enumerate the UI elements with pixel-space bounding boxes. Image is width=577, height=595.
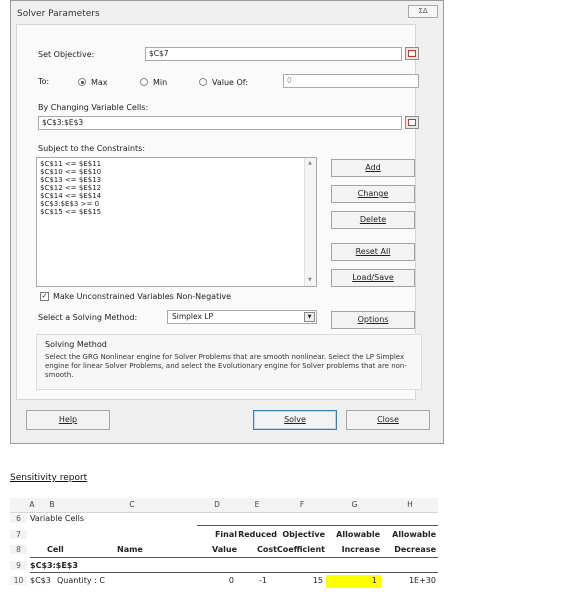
- load-save-button-label: Load/Save: [352, 273, 394, 282]
- column-header[interactable]: H: [382, 498, 438, 512]
- header-allowable-dec: Allowable: [392, 530, 436, 539]
- column-header[interactable]: D: [197, 498, 237, 512]
- solving-method-value: Simplex LP: [172, 312, 214, 321]
- solving-method-title: Solving Method: [45, 340, 107, 349]
- solving-method-select[interactable]: Simplex LP ▼: [167, 310, 317, 324]
- header-rule: [30, 557, 438, 558]
- load-save-button[interactable]: Load/Save: [331, 269, 415, 287]
- max-radio[interactable]: [78, 78, 86, 86]
- row-allowable-increase: 1: [371, 576, 377, 585]
- constraint-item[interactable]: $C$13 <= $E$13: [40, 176, 101, 184]
- nonnegative-label: Make Unconstrained Variables Non-Negativ…: [53, 292, 232, 301]
- constraints-scrollbar[interactable]: ▲ ▼: [304, 158, 316, 286]
- min-radio[interactable]: [140, 78, 148, 86]
- dialog-title: Solver Parameters: [17, 9, 100, 19]
- close-icon[interactable]: ΣΔ: [408, 5, 438, 18]
- header-final: Final: [214, 530, 237, 539]
- row-number[interactable]: 6: [10, 514, 27, 523]
- scroll-down-icon[interactable]: ▼: [308, 277, 312, 283]
- group-rule: [30, 572, 438, 573]
- add-button-label: Add: [365, 163, 381, 172]
- options-button[interactable]: Options: [331, 311, 415, 329]
- header-objective: Objective: [282, 530, 325, 539]
- to-label: To:: [38, 77, 50, 86]
- constraint-item[interactable]: $C$10 <= $E$10: [40, 168, 101, 176]
- changing-cells-label: By Changing Variable Cells:: [38, 103, 149, 112]
- row-number[interactable]: 10: [10, 576, 27, 585]
- header-cell: Cell: [47, 545, 64, 554]
- row-number[interactable]: 9: [10, 561, 27, 570]
- solve-button[interactable]: Solve: [253, 410, 337, 430]
- header-reduced: Reduced: [238, 530, 277, 539]
- scroll-up-icon[interactable]: ▲: [308, 160, 312, 166]
- section-title: Variable Cells: [30, 514, 85, 523]
- column-header[interactable]: G: [327, 498, 382, 512]
- changing-cells-input[interactable]: $C$3:$E$3: [38, 116, 402, 130]
- column-header[interactable]: C: [67, 498, 197, 512]
- row-reduced-cost: -1: [259, 576, 267, 585]
- row-number[interactable]: 8: [10, 545, 27, 554]
- row-name: Quantity : C: [57, 576, 105, 585]
- value-of-radio[interactable]: [199, 78, 207, 86]
- header-decrease: Decrease: [394, 545, 436, 554]
- delete-button-label: Delete: [359, 215, 387, 224]
- chevron-down-icon[interactable]: ▼: [304, 312, 315, 322]
- header-name: Name: [117, 545, 143, 554]
- value-of-input[interactable]: 0: [283, 74, 419, 88]
- constraint-item[interactable]: $C$12 <= $E$12: [40, 184, 101, 192]
- help-button[interactable]: Help: [26, 410, 110, 430]
- header-cost: Cost: [257, 545, 277, 554]
- constraints-label: Subject to the Constraints:: [38, 144, 146, 153]
- solving-method-label: Select a Solving Method:: [38, 313, 138, 322]
- solving-method-description: Select the GRG Nonlinear engine for Solv…: [45, 353, 407, 379]
- header-coefficient: Coefficient: [276, 545, 325, 554]
- section-rule: [197, 525, 438, 526]
- row-allowable-decrease: 1E+30: [408, 576, 436, 585]
- column-header[interactable]: A: [27, 498, 37, 512]
- help-button-label: Help: [58, 415, 78, 424]
- column-header-row: A B C D E F G H: [10, 498, 438, 513]
- objective-input[interactable]: $C$7: [145, 47, 402, 61]
- changing-cells-ref-button[interactable]: [405, 116, 419, 129]
- column-header[interactable]: F: [277, 498, 327, 512]
- nonnegative-checkbox[interactable]: ✓: [40, 292, 49, 301]
- close-button[interactable]: Close: [346, 410, 430, 430]
- sensitivity-report-heading: Sensitivity report: [10, 473, 88, 483]
- solve-button-label: Solve: [284, 415, 306, 424]
- header-increase: Increase: [341, 545, 380, 554]
- spreadsheet: A B C D E F G H 6 7 8 9 10 Variable Cell…: [10, 498, 438, 595]
- row-cell-ref: $C$3: [30, 576, 51, 585]
- range-select-icon: [408, 119, 416, 126]
- column-header[interactable]: E: [237, 498, 277, 512]
- objective-ref-button[interactable]: [405, 47, 419, 60]
- constraint-item[interactable]: $C$3:$E$3 >= 0: [40, 200, 99, 208]
- delete-button[interactable]: Delete: [331, 211, 415, 229]
- set-objective-label: Set Objective:: [38, 50, 95, 59]
- constraints-list[interactable]: $C$11 <= $E$11 $C$10 <= $E$10 $C$13 <= $…: [36, 157, 317, 287]
- row-objective-coefficient: 15: [312, 576, 323, 585]
- min-label: Min: [153, 78, 168, 87]
- row-final-value: 0: [228, 576, 234, 585]
- row-number[interactable]: 7: [10, 530, 27, 539]
- add-button[interactable]: Add: [331, 159, 415, 177]
- constraint-item[interactable]: $C$11 <= $E$11: [40, 160, 101, 168]
- header-allowable-inc: Allowable: [336, 530, 380, 539]
- options-button-label: Options: [357, 315, 389, 324]
- max-label: Max: [91, 78, 108, 87]
- group-label: $C$3:$E$3: [30, 561, 78, 570]
- column-header[interactable]: B: [37, 498, 67, 512]
- value-of-label: Value Of:: [212, 78, 249, 87]
- solving-method-group: Solving Method Select the GRG Nonlinear …: [36, 334, 422, 390]
- constraint-item[interactable]: $C$15 <= $E$15: [40, 208, 101, 216]
- range-select-icon: [408, 50, 416, 57]
- close-button-label: Close: [377, 415, 399, 424]
- header-value: Value: [211, 545, 237, 554]
- constraint-item[interactable]: $C$14 <= $E$14: [40, 192, 101, 200]
- change-button-label: Change: [357, 189, 389, 198]
- change-button[interactable]: Change: [331, 185, 415, 203]
- reset-all-button-label: Reset All: [355, 247, 391, 256]
- reset-all-button[interactable]: Reset All: [331, 243, 415, 261]
